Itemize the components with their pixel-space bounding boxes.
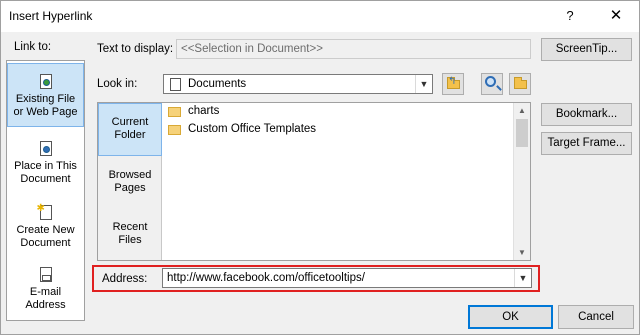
file-list: charts Custom Office Templates [163,103,514,260]
scroll-up-arrow-icon[interactable]: ▲ [514,103,530,118]
link-to-create-new-line1: Create New [7,224,84,237]
text-to-display-value: <<Selection in Document>> [181,43,323,55]
link-to-create-new-document[interactable]: ✱ Create New Document [7,199,84,259]
title-bar: Insert Hyperlink ? ✕ [1,1,639,32]
browse-nav: Current Folder Browsed Pages Recent File… [98,103,162,260]
link-to-place-in-document[interactable]: Place in This Document [7,135,84,195]
screentip-button[interactable]: ScreenTip... [541,38,632,61]
browse-web-button[interactable] [481,73,503,95]
link-to-existing-file-line1: Existing File [15,93,76,105]
look-in-dropdown-arrow[interactable]: ▼ [415,75,432,93]
email-icon [39,267,53,283]
web-page-icon [39,74,53,90]
new-document-icon: ✱ [37,203,53,221]
link-to-create-new-line1-text: Create New [16,224,75,236]
folder-icon [168,125,181,135]
nav-current-folder-line1: Current [111,116,149,128]
close-button[interactable]: ✕ [593,1,639,31]
link-to-email-address[interactable]: E-mail Address [7,263,84,319]
link-to-place-line2: Document [20,173,71,185]
look-in-label: Look in: [97,78,138,90]
address-label: Address: [102,273,148,285]
browse-pane: Current Folder Browsed Pages Recent File… [97,102,531,261]
address-dropdown-arrow[interactable]: ▼ [514,269,531,287]
link-to-place-line1: Place in This [14,160,77,172]
scroll-thumb[interactable] [516,119,528,147]
document-place-icon [39,141,53,157]
ok-button[interactable]: OK [468,305,553,329]
nav-browsed-pages[interactable]: Browsed Pages [98,157,162,209]
target-frame-button[interactable]: Target Frame... [541,132,632,155]
browse-file-folder-icon [514,77,527,89]
list-item[interactable]: Custom Office Templates [168,122,508,139]
list-item[interactable]: charts [168,104,508,121]
file-name: Custom Office Templates [188,123,317,135]
nav-browsed-pages-line2: Pages [114,182,146,194]
insert-hyperlink-dialog: Insert Hyperlink ? ✕ Link to: Existing F… [0,0,640,335]
look-in-value: Documents [188,78,247,90]
nav-recent-files-line1: Recent [112,221,148,233]
browse-web-icon [485,76,496,87]
nav-current-folder-line2: Folder [114,129,146,141]
link-to-existing-file[interactable]: Existing File or Web Page [7,63,84,127]
nav-browsed-pages-line1: Browsed [108,169,152,181]
address-input[interactable]: http://www.facebook.com/officetooltips/ … [162,268,532,288]
nav-recent-files[interactable]: Recent Files [98,209,162,260]
dialog-title: Insert Hyperlink [9,9,93,23]
text-to-display-label: Text to display: [97,43,174,55]
up-one-folder-button[interactable]: ↰ [442,73,464,95]
scroll-down-arrow-icon[interactable]: ▼ [514,245,530,260]
link-to-email-line2: Address [25,299,66,311]
documents-icon [170,78,181,91]
link-to-existing-file-line2: or Web Page [13,106,78,118]
cancel-button[interactable]: Cancel [558,305,634,329]
file-list-scrollbar[interactable]: ▲ ▼ [513,103,530,260]
look-in-select[interactable]: Documents ▼ [163,74,433,94]
nav-current-folder[interactable]: Current Folder [98,103,162,156]
link-to-create-new-line2: Document [20,237,71,249]
address-value: http://www.facebook.com/officetooltips/ [167,272,365,284]
file-name: charts [188,105,220,117]
bookmark-button[interactable]: Bookmark... [541,103,632,126]
link-to-email-line1: E-mail [29,286,62,298]
link-to-label: Link to: [14,41,52,53]
folder-icon [168,107,181,117]
link-to-pane: Existing File or Web Page Place in This … [6,60,85,321]
help-button[interactable]: ? [547,1,593,31]
browse-file-button[interactable] [509,73,531,95]
nav-recent-files-line2: Files [118,234,142,246]
text-to-display-input[interactable]: <<Selection in Document>> [176,39,531,59]
up-arrow-icon: ↰ [448,76,457,87]
